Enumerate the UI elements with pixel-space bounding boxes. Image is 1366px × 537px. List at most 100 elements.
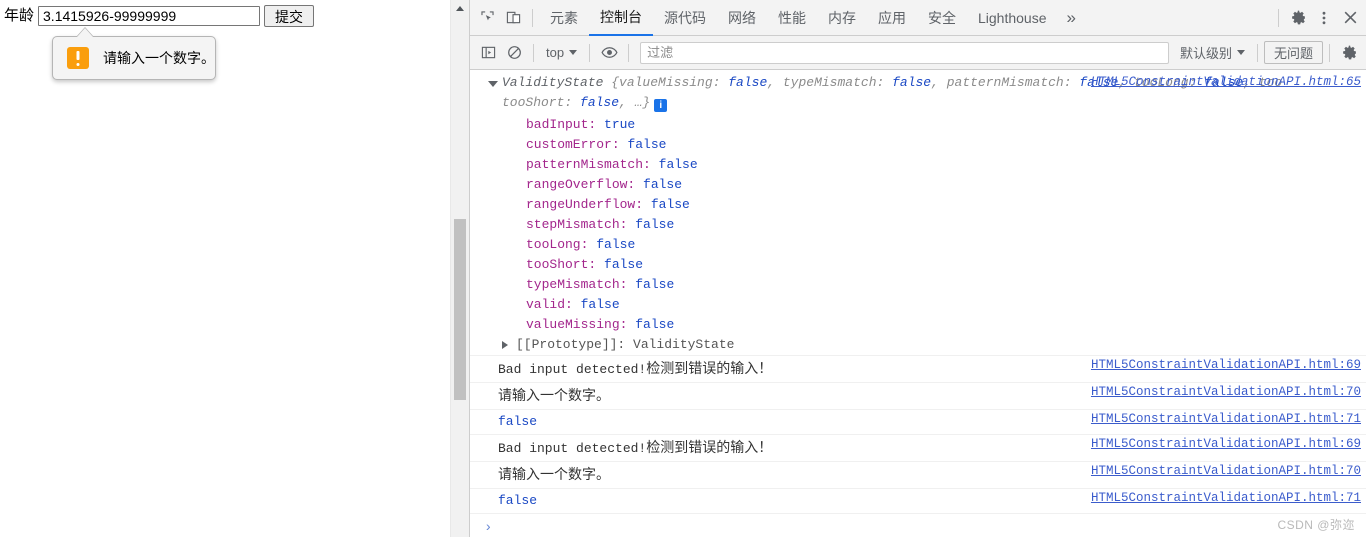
gear-icon[interactable] [1336,40,1362,66]
filterbar-divider-4 [1256,43,1258,62]
filterbar-divider-1 [533,43,534,62]
object-property[interactable]: patternMismatch: false [470,155,1366,175]
console-prompt[interactable]: › [470,514,1366,537]
console-log-row[interactable]: HTML5ConstraintValidationAPI.html:69 Bad… [470,355,1366,383]
console-sidebar-icon[interactable] [475,40,501,66]
property-value: false [658,157,698,172]
submit-button[interactable]: 提交 [264,5,315,27]
object-preview-row[interactable]: HTML5ConstraintValidationAPI.html:65 Val… [470,70,1366,115]
page-scrollbar[interactable] [450,0,469,537]
toolbar-divider-right [1278,8,1279,27]
age-input[interactable] [38,6,261,26]
object-property[interactable]: valid: false [470,295,1366,315]
info-badge-icon[interactable]: i [654,99,668,112]
close-icon[interactable] [1337,5,1363,31]
validation-tooltip: 请输入一个数字。 [52,36,216,80]
console-log-row[interactable]: HTML5ConstraintValidationAPI.html:69 Bad… [470,435,1366,462]
warning-exclamation-icon [67,47,89,69]
source-link[interactable]: HTML5ConstraintValidationAPI.html:70 [1091,385,1361,399]
chevron-down-icon [569,50,578,55]
object-property[interactable]: typeMismatch: false [470,275,1366,295]
tab-application[interactable]: 应用 [867,0,917,36]
object-property[interactable]: valueMissing: false [470,315,1366,335]
issues-button[interactable]: 无问题 [1263,41,1323,64]
inspect-element-icon[interactable] [474,5,500,31]
log-message: Bad input detected!检测到错误的输入！ [498,439,772,456]
gear-icon[interactable] [1285,5,1311,31]
object-property[interactable]: rangeUnderflow: false [470,195,1366,215]
property-value: false [580,297,620,312]
tab-network[interactable]: 网络 [717,0,767,36]
web-page-pane: 年龄 提交 请输入一个数字。 [0,0,450,537]
property-value: false [643,177,683,192]
tab-performance[interactable]: 性能 [767,0,817,36]
property-key: valueMissing: [526,317,628,332]
console-log-row[interactable]: HTML5ConstraintValidationAPI.html:70 请输入… [470,383,1366,410]
object-property[interactable]: tooLong: false [470,235,1366,255]
property-key: tooLong: [526,237,589,252]
more-tabs-button[interactable]: » [1058,0,1085,36]
source-link[interactable]: HTML5ConstraintValidationAPI.html:71 [1091,412,1361,426]
object-property[interactable]: rangeOverflow: false [470,175,1366,195]
object-property[interactable]: tooShort: false [470,255,1366,275]
property-key: customError: [526,137,620,152]
expand-triangle-icon[interactable] [502,341,508,349]
property-key: rangeUnderflow: [526,197,644,212]
preview-val-1: false [892,75,932,90]
preview-val-0: false [728,75,768,90]
tab-elements[interactable]: 元素 [539,0,589,36]
tab-console[interactable]: 控制台 [589,0,653,36]
log-message-bool: false [498,414,538,429]
property-key: rangeOverflow: [526,177,636,192]
log-message-cn: 检测到错误的输入！ [646,360,773,376]
object-property[interactable]: customError: false [470,135,1366,155]
chevron-down-icon [1236,50,1245,55]
tab-sources[interactable]: 源代码 [653,0,717,36]
age-label: 年龄 [4,7,35,24]
live-expression-eye-icon[interactable] [596,40,622,66]
property-value: false [635,277,675,292]
object-property[interactable]: badInput: true [470,115,1366,135]
console-messages[interactable]: HTML5ConstraintValidationAPI.html:65 Val… [470,70,1366,537]
clear-console-icon[interactable] [501,40,527,66]
log-message-cn: 请输入一个数字。 [498,387,610,403]
tab-lighthouse[interactable]: Lighthouse [967,0,1058,36]
log-message: false [498,493,537,508]
console-log-row[interactable]: HTML5ConstraintValidationAPI.html:70 请输入… [470,462,1366,489]
source-link[interactable]: HTML5ConstraintValidationAPI.html:69 [1091,437,1361,451]
expand-triangle-icon[interactable] [488,81,498,87]
devtools-tabs: 元素 控制台 源代码 网络 性能 内存 应用 安全 Lighthouse » [539,0,1085,36]
property-value: false [635,217,675,232]
property-value: false [650,197,690,212]
device-toolbar-icon[interactable] [500,5,526,31]
log-level-value: 默认级别 [1179,46,1232,61]
object-class-name: ValidityState [502,75,604,90]
preview-tail-key: tooShort: [502,95,581,110]
console-log-row[interactable]: HTML5ConstraintValidationAPI.html:71 fal… [470,410,1366,435]
property-key: typeMismatch: [526,277,628,292]
source-link[interactable]: HTML5ConstraintValidationAPI.html:71 [1091,491,1361,505]
scrollbar-thumb[interactable] [454,219,466,400]
log-message: 请输入一个数字。 [498,466,610,483]
log-message: false [498,414,537,429]
prototype-row[interactable]: [[Prototype]]: ValidityState [470,335,1366,355]
console-filter-input[interactable] [640,41,1169,64]
console-filter-toolbar: top 默认级别 无问题 [470,36,1366,70]
source-link[interactable]: HTML5ConstraintValidationAPI.html:69 [1091,358,1361,372]
tab-security[interactable]: 安全 [917,0,967,36]
filterbar-divider-5 [1329,43,1330,62]
preview-prefix: { [603,75,620,90]
object-property[interactable]: stepMismatch: false [470,215,1366,235]
source-link[interactable]: HTML5ConstraintValidationAPI.html:70 [1091,464,1361,478]
log-message: 请输入一个数字。 [498,387,610,404]
more-vertical-icon[interactable] [1311,5,1337,31]
execution-context-select[interactable]: top [540,42,583,64]
property-value: true [604,117,636,132]
source-link[interactable]: HTML5ConstraintValidationAPI.html:65 [1091,72,1361,92]
scroll-up-arrow-icon[interactable] [456,6,464,11]
devtools-toolbar: 元素 控制台 源代码 网络 性能 内存 应用 安全 Lighthouse » [470,0,1366,36]
tab-memory[interactable]: 内存 [817,0,867,36]
log-message-bool: false [498,493,538,508]
console-log-row[interactable]: HTML5ConstraintValidationAPI.html:71 fal… [470,489,1366,514]
log-level-select[interactable]: 默认级别 [1174,42,1251,64]
